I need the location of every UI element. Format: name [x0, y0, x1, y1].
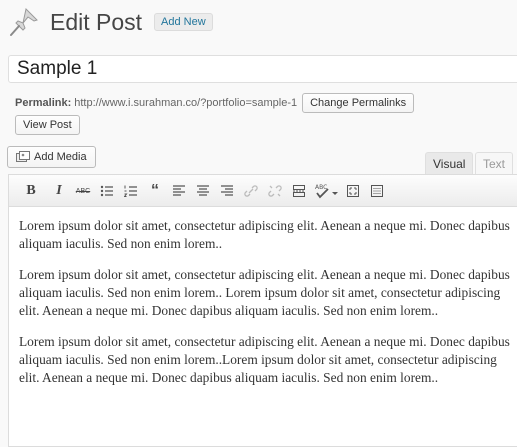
page-header: Edit Post Add New: [8, 4, 213, 40]
svg-text:ABC: ABC: [315, 184, 327, 191]
page-title: Edit Post: [50, 8, 143, 35]
blockquote-icon[interactable]: “: [147, 182, 163, 199]
strikethrough-icon[interactable]: ABC: [75, 183, 91, 199]
spellcheck-icon[interactable]: ABC: [315, 183, 339, 199]
content-paragraph: Lorem ipsum dolor sit amet, consectetur …: [19, 267, 510, 318]
italic-icon[interactable]: I: [51, 183, 67, 199]
insert-link-icon[interactable]: [243, 183, 259, 199]
unlink-icon[interactable]: [267, 183, 283, 199]
change-permalinks-button[interactable]: Change Permalinks: [302, 93, 415, 113]
bullet-list-icon[interactable]: [99, 183, 115, 199]
add-media-button[interactable]: Add Media: [7, 146, 96, 168]
bold-icon[interactable]: B: [23, 183, 39, 199]
align-right-icon[interactable]: [219, 183, 235, 199]
align-center-icon[interactable]: [195, 183, 211, 199]
tab-text[interactable]: Text: [475, 152, 514, 174]
content-paragraph: Lorem ipsum dolor sit amet, consectetur …: [19, 218, 510, 251]
permalink-row: Permalink: http://www.i.surahman.co/?por…: [15, 93, 415, 113]
view-post-button[interactable]: View Post: [15, 115, 80, 135]
media-icon: [16, 151, 30, 163]
tab-visual[interactable]: Visual: [425, 152, 474, 174]
read-more-icon[interactable]: [291, 183, 307, 199]
pushpin-icon: [8, 6, 40, 38]
fullscreen-icon[interactable]: [345, 183, 361, 199]
kitchen-sink-icon[interactable]: [369, 183, 385, 199]
align-left-icon[interactable]: [171, 183, 187, 199]
post-title-input[interactable]: Sample 1: [8, 55, 517, 83]
add-new-button[interactable]: Add New: [154, 13, 213, 31]
permalink-url[interactable]: http://www.i.surahman.co/?portfolio=samp…: [74, 97, 297, 109]
editor-toolbar: B I ABC “ ABC: [8, 174, 517, 207]
permalink-label: Permalink:: [15, 97, 72, 109]
editor-content-area[interactable]: Lorem ipsum dolor sit amet, consectetur …: [8, 207, 517, 447]
content-paragraph: Lorem ipsum dolor sit amet, consectetur …: [19, 334, 510, 385]
add-media-label: Add Media: [34, 151, 87, 163]
numbered-list-icon[interactable]: [123, 183, 139, 199]
